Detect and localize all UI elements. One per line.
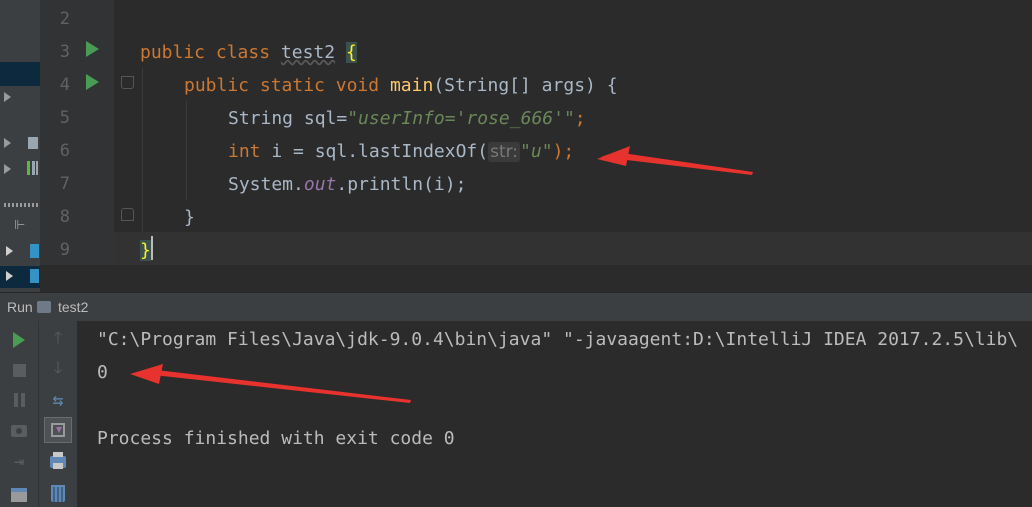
annotation-arrow-code — [597, 146, 753, 175]
annotation-arrows — [130, 146, 753, 403]
annotation-arrow-output — [130, 364, 411, 403]
